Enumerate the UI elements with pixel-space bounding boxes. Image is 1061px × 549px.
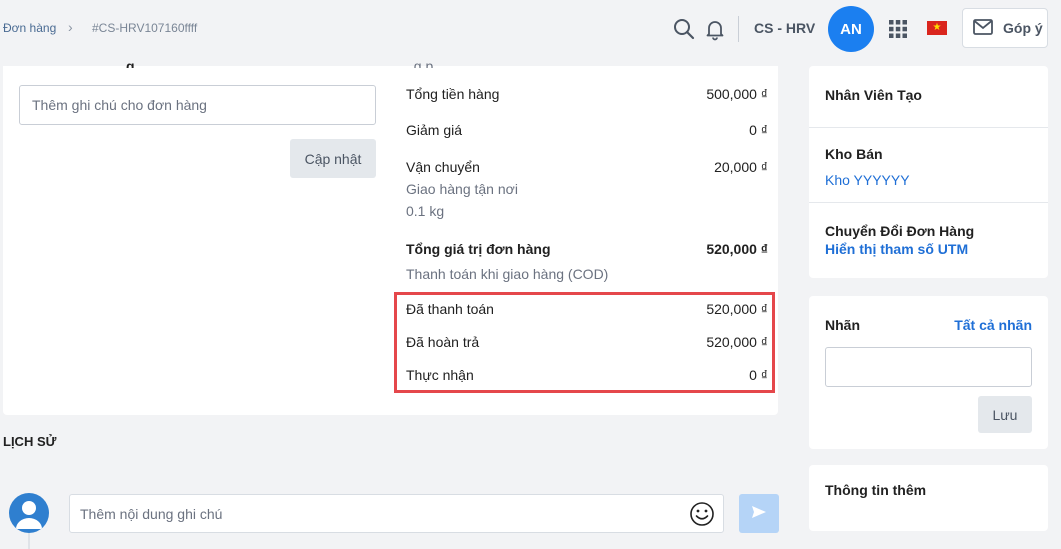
feedback-button[interactable]: Góp ý: [962, 8, 1048, 48]
conversion-title: Chuyển Đổi Đơn Hàng: [825, 223, 975, 239]
divider: [809, 127, 1048, 128]
warehouse-link[interactable]: Kho YYYYYY: [825, 172, 910, 188]
payment-method: Thanh toán khi giao hàng (COD): [406, 266, 609, 282]
breadcrumb-order-code: #CS-HRV107160ffff: [92, 21, 198, 35]
shipping-method: Giao hàng tận nơi: [406, 181, 518, 197]
top-header: Đơn hàng › #CS-HRV107160ffff CS - HRV AN…: [0, 0, 1061, 60]
summary-heading-partial: , g p: [406, 58, 434, 68]
mail-icon: [973, 18, 993, 38]
more-info-title: Thông tin thêm: [825, 482, 927, 498]
shipping-value: 20,000 ₫: [714, 159, 768, 175]
shop-name[interactable]: CS - HRV: [754, 20, 815, 36]
total-label: Tổng giá trị đơn hàng: [406, 241, 551, 257]
tags-title: Nhãn: [825, 317, 860, 333]
breadcrumb-separator-icon: ›: [68, 19, 73, 35]
send-icon: [751, 505, 767, 522]
search-icon[interactable]: [672, 17, 696, 41]
subtotal-label: Tổng tiền hàng: [406, 86, 500, 102]
comment-input[interactable]: [80, 495, 680, 532]
order-note-input[interactable]: [19, 85, 376, 125]
tags-card: Nhãn Tất cả nhãn Lưu: [809, 296, 1048, 449]
total-value: 520,000 ₫: [706, 241, 768, 257]
discount-label: Giảm giá: [406, 122, 463, 138]
user-avatar-icon: [9, 493, 49, 533]
bell-icon[interactable]: [703, 17, 727, 41]
shipping-weight: 0.1 kg: [406, 203, 445, 219]
header-divider: [738, 16, 739, 42]
utm-params-link[interactable]: Hiển thị tham số UTM: [825, 241, 968, 257]
update-note-button[interactable]: Cập nhật: [290, 139, 376, 178]
all-tags-link[interactable]: Tất cả nhãn: [954, 317, 1032, 333]
breadcrumb-orders-link[interactable]: Đơn hàng: [3, 21, 56, 35]
comment-box: [69, 494, 724, 533]
order-note-heading-partial: g: [126, 58, 135, 68]
apps-grid-icon[interactable]: [886, 17, 910, 41]
feedback-label: Góp ý: [1003, 20, 1043, 36]
shipping-label: Vận chuyển: [406, 159, 480, 175]
tag-input[interactable]: [825, 347, 1032, 387]
divider: [809, 202, 1048, 203]
more-info-card: Thông tin thêm: [809, 465, 1048, 531]
discount-value: 0 ₫: [749, 122, 768, 138]
vietnam-flag-icon[interactable]: ★: [927, 21, 947, 35]
save-tags-button[interactable]: Lưu: [978, 396, 1032, 433]
user-avatar-button[interactable]: AN: [828, 6, 874, 52]
subtotal-value: 500,000 ₫: [706, 86, 768, 102]
warehouse-title: Kho Bán: [825, 146, 883, 162]
order-info-card: Nhân Viên Tạo Kho Bán Kho YYYYYY Chuyển …: [809, 66, 1048, 278]
timeline-line: [28, 533, 30, 549]
avatar-initials: AN: [840, 20, 862, 38]
history-title: LỊCH SỬ: [3, 434, 57, 449]
smile-icon[interactable]: [689, 501, 715, 527]
payment-highlight-box: [394, 292, 775, 393]
send-button[interactable]: [739, 494, 779, 533]
creator-title: Nhân Viên Tạo: [825, 87, 922, 103]
